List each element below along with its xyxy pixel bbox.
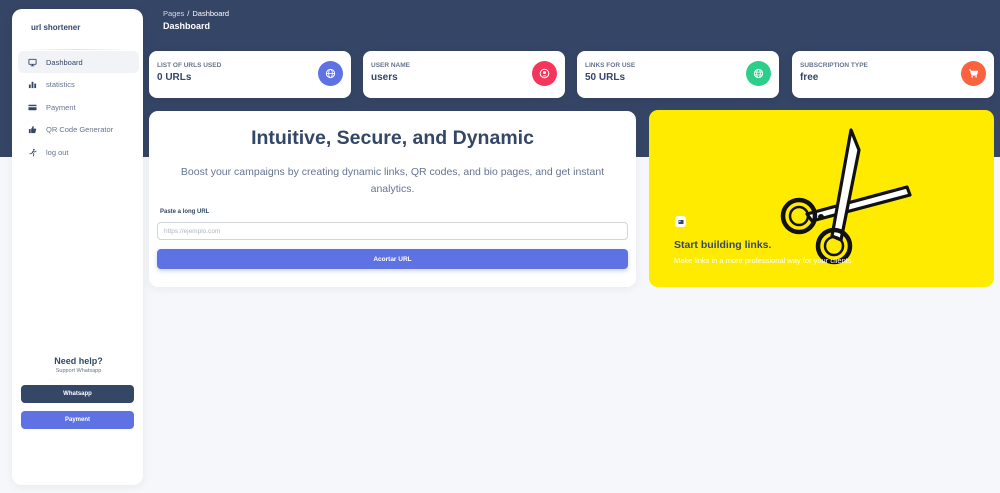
stat-label: SUBSCRIPTION TYPE [800,62,868,69]
thumb-icon [27,125,37,135]
world-icon [746,61,771,86]
breadcrumb-root[interactable]: Pages [163,9,184,18]
breadcrumb-separator: / [187,9,190,18]
sidebar-item-qr-code[interactable]: QR Code Generator [18,119,139,141]
payment-button[interactable]: Payment [21,411,134,429]
stat-card-links-for-use: LINKS FOR USE 50 URLs [577,51,779,98]
sidebar-item-label: statistics [46,80,75,89]
stat-value: free [800,72,819,83]
user-icon [532,61,557,86]
sidebar-item-label: Dashboard [46,57,83,67]
url-input[interactable] [157,222,628,240]
brand-name[interactable]: url shortener [31,23,80,32]
stat-value: 0 URLs [157,72,192,83]
cart-icon [961,61,986,86]
main-title: Intuitive, Secure, and Dynamic [251,127,534,149]
help-section: Need help? Support Whatsapp [12,356,143,374]
sidebar-item-payment[interactable]: Payment [18,96,139,118]
help-title: Need help? [54,356,103,366]
shorten-url-button[interactable]: Acortar URL [157,249,628,269]
sidebar-item-label: Payment [46,102,76,112]
promo-card: Start building links. Make links in a mo… [649,110,994,287]
url-label: Paste a long URL [160,209,210,215]
breadcrumb: Pages / Dashboard [163,9,229,18]
page-title: Dashboard [163,21,211,31]
promo-title: Start building links. [674,239,772,251]
url-shortener-card: Intuitive, Secure, and Dynamic Boost you… [149,111,636,287]
help-subtitle: Support Whatsapp [55,368,102,374]
main-subtitle: Boost your campaigns by creating dynamic… [180,166,605,195]
stat-card-urls-used: LIST OF URLS USED 0 URLs [149,51,351,98]
stat-label: USER NAME [371,62,411,69]
stat-value: users [371,72,398,83]
monitor-icon [27,57,37,67]
sidebar-item-label: QR Code Generator [46,125,114,134]
promo-subtitle: Make links in a more professional way fo… [674,256,852,265]
bar-chart-icon [27,80,37,90]
sidebar-divider [22,49,133,50]
stat-card-user-name: USER NAME users [363,51,565,98]
whatsapp-button[interactable]: Whatsapp [21,385,134,403]
sidebar-item-logout[interactable]: log out [18,141,139,163]
stat-label: LIST OF URLS USED [157,62,222,69]
credit-card-icon [27,102,37,112]
sidebar-item-statistics[interactable]: statistics [18,74,139,96]
logout-icon [27,147,37,157]
globe-icon [318,61,343,86]
sidebar-item-label: log out [46,147,69,157]
stat-value: 50 URLs [585,72,626,83]
sidebar-nav: Dashboard statistics Payment QR Code Gen… [18,51,139,164]
scissors-small-icon [675,216,686,227]
stat-card-subscription-type: SUBSCRIPTION TYPE free [792,51,994,98]
stat-label: LINKS FOR USE [585,62,636,69]
sidebar-item-dashboard[interactable]: Dashboard [18,51,139,73]
sidebar: url shortener Dashboard statistics Payme… [12,9,143,485]
breadcrumb-current: Dashboard [192,9,230,18]
